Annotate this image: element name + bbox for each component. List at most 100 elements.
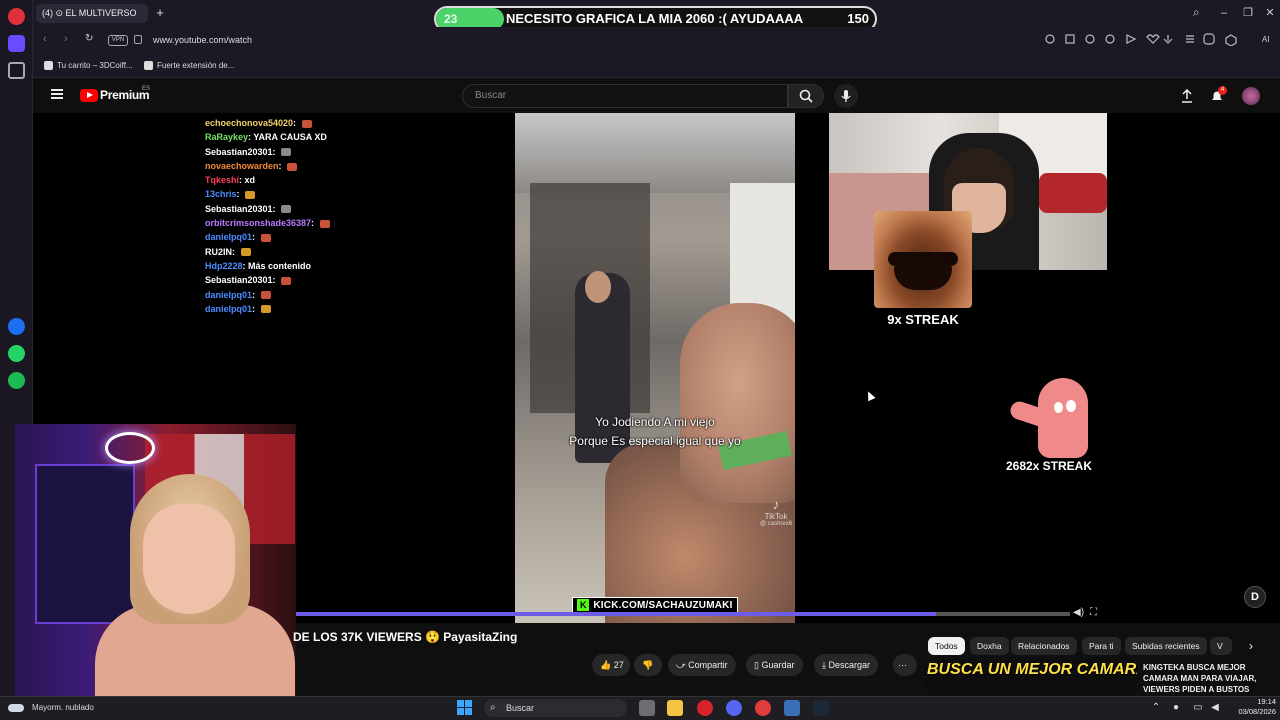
chat-message: Tqkeshi: xd [205, 173, 385, 187]
opera-icon[interactable] [697, 700, 713, 716]
extension-icons[interactable] [1044, 32, 1249, 47]
reload-icon[interactable]: ↻ [85, 33, 93, 44]
fullscreen-icon[interactable]: ⛶ [1090, 607, 1097, 618]
chat-username[interactable]: echoechonova54020 [205, 118, 293, 128]
overlay-webcam [15, 424, 296, 710]
streak-label-1: 9x STREAK [887, 312, 959, 327]
minimize-button[interactable]: – [1214, 5, 1234, 21]
bookmark-star-icon[interactable] [8, 62, 25, 79]
tiktok-icon: ♪ [772, 496, 780, 512]
close-button[interactable]: ✕ [1260, 5, 1280, 21]
search-button[interactable] [788, 84, 824, 108]
chat-username[interactable]: Sebastian20301 [205, 204, 273, 214]
tray-volume-icon[interactable]: ◀ [1209, 702, 1221, 714]
weather-widget[interactable]: Mayorm. nublado [8, 703, 94, 712]
new-tab-button[interactable]: + [152, 5, 168, 21]
avatar[interactable] [1242, 87, 1260, 105]
favicon-icon [44, 61, 53, 71]
file-explorer-icon[interactable] [667, 700, 683, 716]
youtube-logo-icon[interactable] [80, 89, 98, 102]
subtitle-line-2: Porque Es especial igual que yo [569, 434, 741, 448]
maximize-button[interactable]: ❐ [1238, 5, 1258, 21]
like-count: 27 [613, 660, 624, 670]
tiktok-handle: @ cashrex6 [760, 521, 793, 527]
chip-for-you[interactable]: Para ti [1082, 637, 1121, 655]
messenger-icon[interactable] [8, 318, 25, 335]
settings-icon[interactable] [784, 700, 800, 716]
url-field[interactable]: www.youtube.com/watch [153, 31, 573, 49]
chat-username[interactable]: 13chris [205, 189, 237, 199]
ai-sidebar-button[interactable]: AI [1262, 35, 1270, 44]
chip-all[interactable]: Todos [928, 637, 965, 655]
recommended-title[interactable]: KINGTEKA BUSCA MEJOR CAMARA MAN PARA VIA… [1143, 662, 1278, 695]
forward-icon[interactable]: › [64, 33, 68, 45]
chip-recent-uploads[interactable]: Subidas recientes [1125, 637, 1207, 655]
chat-message: Sebastian20301: [205, 273, 385, 287]
chat-username[interactable]: Tqkeshi [205, 175, 239, 185]
chat-username[interactable]: danielpq01 [205, 232, 252, 242]
bookmark-item[interactable]: Fuerte extensión de... [144, 58, 234, 73]
chat-emote-icon [287, 162, 298, 171]
share-icon: ⤻ [676, 660, 686, 670]
chat-separator: : [272, 275, 279, 286]
share-button[interactable]: ⤻ Compartir [668, 654, 736, 676]
thumbnail-text: BUSCA UN MEJOR CAMARA MAN [927, 661, 1137, 678]
chat-username[interactable]: Hdp2228 [205, 261, 243, 271]
weather-label: Mayorm. nublado [32, 703, 94, 712]
taskbar-search[interactable]: Buscar [484, 699, 627, 717]
chat-username[interactable]: RaRaykey [205, 132, 248, 142]
chat-message: RU2IN: [205, 245, 385, 259]
chat-emote-icon [240, 248, 251, 257]
tray-monitor-icon[interactable]: ▭ [1192, 702, 1204, 714]
tray-chevron-icon[interactable]: ⌃ [1150, 702, 1162, 714]
thumb-down-icon: 👎 [642, 660, 654, 670]
chat-emote-icon [319, 219, 330, 228]
microphone-icon [841, 90, 851, 102]
opera-logo-icon[interactable] [8, 8, 25, 25]
download-button[interactable]: ⤓ Descargar [814, 654, 879, 676]
dislike-button[interactable]: 👎 [634, 654, 662, 676]
chat-message: Hdp2228: Más contenido [205, 259, 385, 273]
app-icon[interactable] [755, 700, 771, 716]
task-view-icon[interactable] [639, 700, 655, 716]
home-icon[interactable] [8, 35, 25, 52]
back-icon[interactable]: ‹ [43, 33, 47, 45]
like-button[interactable]: 👍 27 [592, 654, 630, 676]
chip-related[interactable]: Relacionados [1011, 637, 1077, 655]
microphone-button[interactable] [834, 84, 858, 108]
chat-username[interactable]: Sebastian20301 [205, 147, 273, 157]
chevron-right-icon[interactable]: › [1243, 638, 1259, 654]
chat-username[interactable]: novaechowarden [205, 161, 279, 171]
steam-icon[interactable] [813, 700, 829, 716]
patrick-eye [1054, 402, 1063, 413]
chip-more[interactable]: V [1210, 637, 1232, 655]
clock[interactable]: 19:14 03/08/2026 [1226, 697, 1276, 717]
chat-username[interactable]: danielpq01 [205, 290, 252, 300]
whatsapp-icon[interactable] [8, 345, 25, 362]
discord-icon[interactable] [726, 700, 742, 716]
bookmark-item[interactable]: Tu carrito – 3DCoiff... [44, 58, 133, 73]
tray-mic-icon[interactable]: ● [1170, 702, 1182, 714]
d-badge[interactable]: D [1244, 586, 1266, 608]
extension-toolbar [1044, 32, 1249, 47]
chat-username[interactable]: Sebastian20301 [205, 275, 273, 285]
chip-doxha[interactable]: Doxha [970, 637, 1009, 655]
save-button[interactable]: ▯ Guardar [746, 654, 803, 676]
search-input[interactable]: Buscar [462, 84, 788, 108]
spotify-icon[interactable] [8, 372, 25, 389]
chat-username[interactable]: RU2IN [205, 247, 232, 257]
recommended-thumbnail[interactable]: BUSCA UN MEJOR CAMARA MAN [925, 660, 1137, 690]
more-actions-button[interactable]: ··· [893, 654, 917, 676]
chat-text: YARA CAUSA XD [253, 132, 327, 143]
tab-active[interactable]: (4) ⊙ EL MULTIVERSO [36, 4, 148, 23]
chat-message: Sebastian20301: [205, 202, 385, 216]
chat-emote-icon [260, 305, 271, 314]
tab-search-icon[interactable]: ⌕ [1193, 5, 1200, 20]
menu-icon[interactable] [51, 89, 63, 99]
start-button[interactable] [457, 700, 473, 716]
chat-username[interactable]: danielpq01 [205, 304, 252, 314]
chat-username[interactable]: orbitcrimsonshade36387 [205, 218, 311, 228]
volume-icon[interactable]: ◀) [1073, 607, 1084, 618]
vpn-badge[interactable]: VPN [108, 35, 128, 46]
upload-button[interactable] [1180, 88, 1194, 109]
